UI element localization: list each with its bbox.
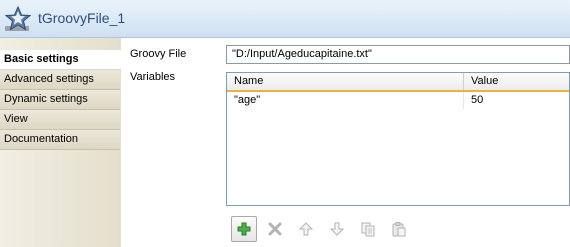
paste-button[interactable] xyxy=(386,216,412,242)
tab-view[interactable]: View xyxy=(0,110,120,130)
settings-panel: Groovy File "D:/Input/Ageducapitaine.txt… xyxy=(121,38,570,247)
table-header: Name Value xyxy=(227,73,569,92)
tab-dynamic-settings[interactable]: Dynamic settings xyxy=(0,90,120,110)
tab-basic-settings[interactable]: Basic settings xyxy=(0,50,121,70)
groovy-file-input[interactable]: "D:/Input/Ageducapitaine.txt" xyxy=(226,45,570,64)
groovy-star-icon xyxy=(3,4,33,34)
variables-table[interactable]: Name Value "age" 50 xyxy=(226,72,570,206)
column-header-value[interactable]: Value xyxy=(464,73,569,90)
add-icon xyxy=(237,222,251,236)
tab-documentation[interactable]: Documentation xyxy=(0,130,120,150)
column-header-name[interactable]: Name xyxy=(227,73,464,90)
delete-icon xyxy=(268,222,282,236)
cell-name[interactable]: "age" xyxy=(227,92,464,109)
settings-sidebar: Basic settings Advanced settings Dynamic… xyxy=(0,38,121,247)
groovy-file-label: Groovy File xyxy=(130,48,187,60)
move-up-button[interactable] xyxy=(293,216,319,242)
tab-advanced-settings[interactable]: Advanced settings xyxy=(0,70,120,90)
component-header: tGroovyFile_1 xyxy=(0,0,570,38)
table-row[interactable]: "age" 50 xyxy=(227,92,569,109)
add-button[interactable] xyxy=(231,216,257,242)
move-down-icon xyxy=(329,222,345,236)
move-down-button[interactable] xyxy=(324,216,350,242)
variables-label: Variables xyxy=(130,71,176,83)
move-up-icon xyxy=(298,222,314,236)
component-title: tGroovyFile_1 xyxy=(38,10,126,26)
cell-value[interactable]: 50 xyxy=(464,92,569,109)
paste-icon xyxy=(392,222,406,237)
copy-button[interactable] xyxy=(355,216,381,242)
copy-icon xyxy=(361,222,375,237)
delete-button[interactable] xyxy=(262,216,288,242)
